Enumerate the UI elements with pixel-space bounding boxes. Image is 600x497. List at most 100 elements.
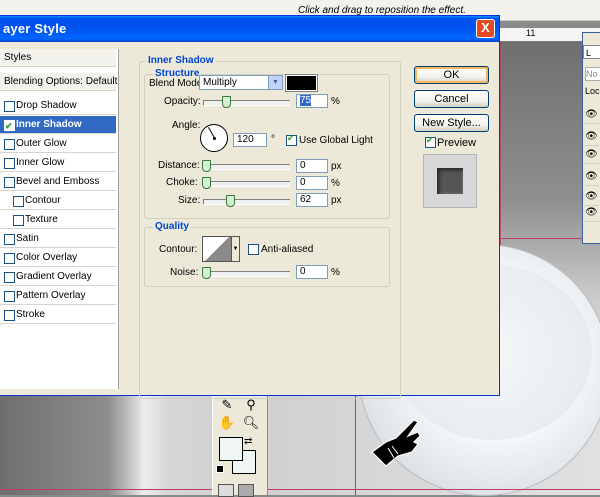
quality-title: Quality <box>153 221 191 232</box>
chevron-down-icon[interactable]: ▼ <box>232 236 240 262</box>
eye-icon[interactable]: 👁︎ <box>585 189 599 206</box>
style-checkbox[interactable] <box>4 253 15 264</box>
noise-unit: % <box>331 267 340 278</box>
eye-icon[interactable]: 👁︎ <box>585 147 599 164</box>
eye-icon[interactable]: 👁︎ <box>585 107 599 124</box>
layers-blend-mode[interactable]: No <box>585 67 600 81</box>
distance-label: Distance: <box>158 160 200 171</box>
style-checkbox[interactable] <box>4 101 15 112</box>
style-item-stroke[interactable]: Stroke <box>0 306 116 324</box>
style-item-label: Stroke <box>16 309 45 320</box>
choke-slider[interactable] <box>202 177 290 189</box>
style-item-inner-glow[interactable]: Inner Glow <box>0 154 116 172</box>
use-global-light-checkbox[interactable] <box>286 133 297 146</box>
layer-style-dialog: ayer Style X Styles Blending Options: De… <box>0 15 500 399</box>
angle-dial[interactable] <box>200 124 228 152</box>
angle-input[interactable]: 120 <box>233 133 267 147</box>
opacity-label: Opacity: <box>164 96 201 107</box>
noise-slider[interactable] <box>202 267 290 279</box>
style-checkbox[interactable] <box>4 158 15 169</box>
style-checkbox[interactable] <box>4 310 15 321</box>
eye-icon[interactable]: 👁︎ <box>585 205 599 222</box>
zoom-tool-icon[interactable]: 🔍︎ <box>241 414 261 432</box>
style-item-label: Inner Glow <box>16 157 65 168</box>
style-checkbox[interactable] <box>4 118 15 135</box>
style-checkbox[interactable] <box>13 215 24 226</box>
chevron-down-icon: ▼ <box>268 76 282 89</box>
styles-header[interactable]: Styles <box>0 49 116 67</box>
opacity-slider[interactable] <box>203 96 290 108</box>
style-checkbox[interactable] <box>4 291 15 302</box>
hand-tool-icon[interactable]: ✋ <box>217 414 237 432</box>
swap-colors-icon[interactable]: ⇄ <box>244 436 252 447</box>
choke-slider-thumb[interactable] <box>202 177 211 189</box>
layers-tab[interactable]: L <box>583 45 600 59</box>
style-item-label: Texture <box>25 214 58 225</box>
style-checkbox[interactable] <box>4 272 15 283</box>
default-colors-icon[interactable] <box>216 465 224 473</box>
style-item-gradient-overlay[interactable]: Gradient Overlay <box>0 268 116 286</box>
foreground-color-swatch[interactable] <box>219 437 243 461</box>
close-button[interactable]: X <box>476 19 495 38</box>
style-preview-thumbnail <box>437 168 463 194</box>
opacity-slider-thumb[interactable] <box>222 96 231 108</box>
size-slider[interactable] <box>203 195 290 207</box>
preview-label: Preview <box>437 137 477 149</box>
distance-slider-thumb[interactable] <box>202 160 211 172</box>
size-unit: px <box>331 195 342 206</box>
layers-panel: L No Loc 👁︎ 👁︎ 👁︎ 👁︎ 👁︎ 👁︎ <box>582 32 600 244</box>
distance-slider[interactable] <box>202 160 290 172</box>
blend-mode-select[interactable]: Multiply ▼ <box>199 75 283 90</box>
style-checkbox[interactable] <box>4 234 15 245</box>
noise-slider-thumb[interactable] <box>202 267 211 279</box>
ok-button[interactable]: OK <box>414 66 489 84</box>
anti-aliased-checkbox[interactable] <box>248 244 259 255</box>
angle-center-dot <box>213 137 216 140</box>
style-item-contour[interactable]: Contour <box>0 192 116 210</box>
choke-input[interactable]: 0 <box>296 176 328 190</box>
distance-input[interactable]: 0 <box>296 159 328 173</box>
shadow-color-swatch[interactable] <box>285 74 318 92</box>
quick-mask-icon[interactable] <box>238 484 254 497</box>
dialog-titlebar[interactable]: ayer Style X <box>0 16 499 42</box>
styles-list: Styles Blending Options: Default Drop Sh… <box>0 49 119 389</box>
style-item-outer-glow[interactable]: Outer Glow <box>0 135 116 153</box>
size-slider-thumb[interactable] <box>226 195 235 207</box>
style-checkbox[interactable] <box>4 177 15 188</box>
style-checkbox[interactable] <box>4 139 15 150</box>
eye-icon[interactable]: 👁︎ <box>585 169 599 186</box>
style-item-drop-shadow[interactable]: Drop Shadow <box>0 97 116 115</box>
style-preview <box>423 154 477 208</box>
contour-label: Contour: <box>159 244 198 255</box>
style-item-label: Inner Shadow <box>16 119 82 130</box>
style-item-inner-shadow[interactable]: Inner Shadow <box>0 116 116 135</box>
opacity-input[interactable]: 75 <box>296 94 328 108</box>
contour-preview[interactable] <box>202 236 232 262</box>
style-checkbox[interactable] <box>13 196 24 207</box>
style-item-label: Gradient Overlay <box>16 271 92 282</box>
style-item-label: Satin <box>16 233 39 244</box>
standard-mode-icon[interactable] <box>218 484 234 497</box>
guide-line <box>355 394 356 495</box>
preview-checkbox[interactable] <box>425 135 436 148</box>
eye-icon[interactable]: 👁︎ <box>585 129 599 146</box>
style-item-color-overlay[interactable]: Color Overlay <box>0 249 116 267</box>
hand-cursor-icon <box>371 419 421 467</box>
choke-label: Choke: <box>166 177 198 188</box>
new-style-button[interactable]: New Style... <box>414 114 489 132</box>
style-item-satin[interactable]: Satin <box>0 230 116 248</box>
noise-input[interactable]: 0 <box>296 265 328 279</box>
style-item-bevel-and-emboss[interactable]: Bevel and Emboss <box>0 173 116 191</box>
style-item-label: Pattern Overlay <box>16 290 86 301</box>
guide-line <box>0 489 600 490</box>
style-item-label: Color Overlay <box>16 252 78 263</box>
angle-unit: ° <box>271 134 275 145</box>
size-input[interactable]: 62 <box>296 193 328 207</box>
noise-label: Noise: <box>170 267 199 278</box>
cancel-button[interactable]: Cancel <box>414 90 489 108</box>
distance-unit: px <box>331 161 342 172</box>
style-item-texture[interactable]: Texture <box>0 211 116 229</box>
blending-options-item[interactable]: Blending Options: Default <box>0 73 117 91</box>
opacity-unit: % <box>331 96 340 107</box>
style-item-pattern-overlay[interactable]: Pattern Overlay <box>0 287 116 305</box>
